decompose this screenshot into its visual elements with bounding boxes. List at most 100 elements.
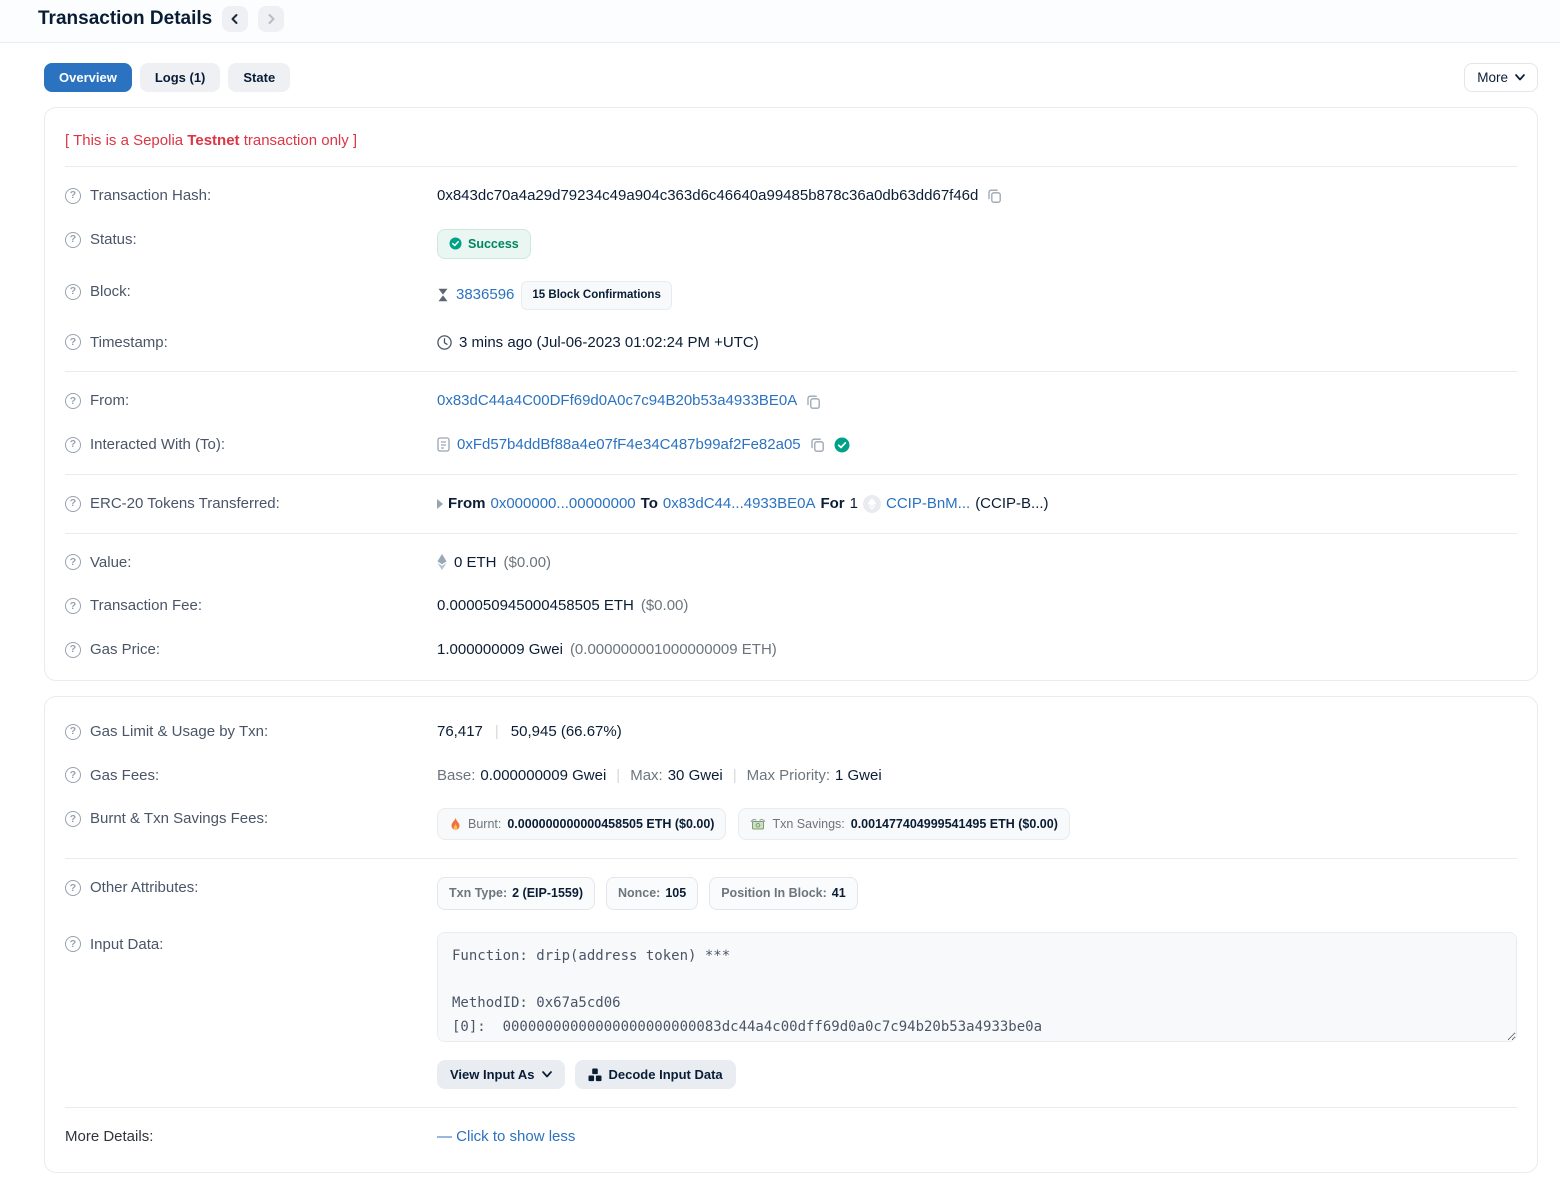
decode-input-data-button[interactable]: Decode Input Data bbox=[575, 1060, 736, 1089]
max-fee-value: 30 Gwei bbox=[668, 765, 723, 787]
decode-input-data-label: Decode Input Data bbox=[609, 1067, 723, 1082]
position-in-block-value: 41 bbox=[832, 884, 846, 902]
help-icon[interactable]: ? bbox=[65, 496, 81, 512]
txn-savings-label: Txn Savings: bbox=[772, 815, 844, 833]
interacted-address-link[interactable]: 0xFd57b4ddBf88a4e07fF4e34C487b99af2Fe82a… bbox=[457, 434, 801, 456]
other-attributes-row: ? Other Attributes: Txn Type: 2 (EIP-155… bbox=[45, 866, 1537, 920]
transaction-hash-row: ? Transaction Hash: 0x843dc70a4a29d79234… bbox=[45, 174, 1537, 218]
chevron-down-icon bbox=[542, 1071, 552, 1078]
max-priority-fee-label: Max Priority: bbox=[747, 765, 830, 787]
show-less-link[interactable]: — Click to show less bbox=[437, 1126, 575, 1148]
value-eth: 0 ETH bbox=[454, 552, 497, 574]
base-fee-label: Base: bbox=[437, 765, 475, 787]
position-in-block-badge: Position In Block: 41 bbox=[709, 877, 857, 909]
copy-hash-button[interactable] bbox=[985, 188, 1004, 203]
verified-check-icon bbox=[834, 437, 850, 453]
burnt-fee-value: 0.000000000000458505 ETH ($0.00) bbox=[507, 815, 714, 833]
nonce-value: 105 bbox=[665, 884, 686, 902]
copy-icon bbox=[987, 188, 1002, 203]
help-icon[interactable]: ? bbox=[65, 232, 81, 248]
copy-interacted-address-button[interactable] bbox=[808, 437, 827, 452]
input-data-textarea[interactable]: Function: drip(address token) *** Method… bbox=[437, 932, 1517, 1042]
help-icon[interactable]: ? bbox=[65, 724, 81, 740]
help-icon[interactable]: ? bbox=[65, 767, 81, 783]
view-input-as-button[interactable]: View Input As bbox=[437, 1060, 565, 1089]
help-icon[interactable]: ? bbox=[65, 811, 81, 827]
help-icon[interactable]: ? bbox=[65, 334, 81, 350]
gas-limit-row: ? Gas Limit & Usage by Txn: 76,417 | 50,… bbox=[45, 705, 1537, 754]
testnet-notice-open: [ This is a Sepolia bbox=[65, 132, 187, 149]
txn-type-value: 2 (EIP-1559) bbox=[512, 884, 583, 902]
transfer-to-address-link[interactable]: 0x83dC44...4933BE0A bbox=[663, 493, 816, 515]
from-label: From: bbox=[90, 390, 129, 412]
gas-price-gwei: 1.000000009 Gwei bbox=[437, 639, 563, 661]
block-label: Block: bbox=[90, 281, 131, 303]
view-input-as-label: View Input As bbox=[450, 1067, 535, 1082]
other-attributes-label: Other Attributes: bbox=[90, 877, 198, 899]
position-in-block-label: Position In Block: bbox=[721, 884, 827, 902]
prev-transaction-button[interactable] bbox=[222, 6, 248, 32]
copy-from-address-button[interactable] bbox=[804, 394, 823, 409]
tab-logs[interactable]: Logs (1) bbox=[140, 63, 221, 92]
chevron-down-icon bbox=[1515, 74, 1525, 81]
help-icon[interactable]: ? bbox=[65, 393, 81, 409]
chevron-right-icon bbox=[265, 13, 277, 25]
timestamp-value: 3 mins ago (Jul-06-2023 01:02:24 PM +UTC… bbox=[459, 332, 759, 354]
check-circle-icon bbox=[449, 237, 462, 250]
block-number-link[interactable]: 3836596 bbox=[456, 284, 514, 306]
help-icon[interactable]: ? bbox=[65, 188, 81, 204]
chevron-left-icon bbox=[229, 13, 241, 25]
contract-file-icon bbox=[437, 437, 450, 452]
tab-overview[interactable]: Overview bbox=[44, 63, 132, 92]
transaction-fee-label: Transaction Fee: bbox=[90, 595, 202, 617]
details-card: ? Gas Limit & Usage by Txn: 76,417 | 50,… bbox=[44, 696, 1538, 1173]
transfer-from-address-link[interactable]: 0x000000...00000000 bbox=[491, 493, 636, 515]
tab-state[interactable]: State bbox=[228, 63, 290, 92]
page-header: Transaction Details bbox=[0, 0, 1560, 43]
token-logo-icon bbox=[863, 495, 881, 513]
gas-fees-row: ? Gas Fees: Base: 0.000000009 Gwei | Max… bbox=[45, 754, 1537, 798]
transfer-amount: 1 bbox=[850, 493, 858, 515]
burnt-savings-label: Burnt & Txn Savings Fees: bbox=[90, 808, 268, 830]
next-transaction-button[interactable] bbox=[258, 6, 284, 32]
pipe-separator: | bbox=[728, 765, 742, 787]
more-dropdown-button[interactable]: More bbox=[1464, 63, 1538, 92]
help-icon[interactable]: ? bbox=[65, 642, 81, 658]
transaction-fee-row: ? Transaction Fee: 0.000050945000458505 … bbox=[45, 584, 1537, 628]
transaction-hash-label: Transaction Hash: bbox=[90, 185, 211, 207]
help-icon[interactable]: ? bbox=[65, 554, 81, 570]
overview-card: [ This is a Sepolia Testnet transaction … bbox=[44, 107, 1538, 681]
tabs-bar: Overview Logs (1) State More bbox=[44, 63, 1538, 92]
divider bbox=[65, 1107, 1517, 1108]
status-badge-text: Success bbox=[468, 235, 519, 253]
help-icon[interactable]: ? bbox=[65, 437, 81, 453]
gas-limit-label: Gas Limit & Usage by Txn: bbox=[90, 721, 268, 743]
testnet-notice-close: transaction only ] bbox=[240, 132, 358, 149]
decode-blocks-icon bbox=[588, 1068, 602, 1082]
divider bbox=[65, 166, 1517, 167]
timestamp-row: ? Timestamp: 3 mins ago (Jul-06-2023 01:… bbox=[45, 321, 1537, 365]
help-icon[interactable]: ? bbox=[65, 598, 81, 614]
nonce-label: Nonce: bbox=[618, 884, 660, 902]
timestamp-label: Timestamp: bbox=[90, 332, 168, 354]
help-icon[interactable]: ? bbox=[65, 880, 81, 896]
value-usd: ($0.00) bbox=[504, 552, 552, 574]
erc20-transfers-row: ? ERC-20 Tokens Transferred: From 0x0000… bbox=[45, 482, 1537, 526]
gas-price-row: ? Gas Price: 1.000000009 Gwei (0.0000000… bbox=[45, 628, 1537, 672]
page-title: Transaction Details bbox=[38, 8, 212, 30]
copy-icon bbox=[806, 394, 821, 409]
transaction-fee-usd: ($0.00) bbox=[641, 595, 689, 617]
block-confirmations-badge: 15 Block Confirmations bbox=[521, 281, 671, 310]
block-row: ? Block: 3836596 15 Block Confirmations bbox=[45, 270, 1537, 321]
from-address-link[interactable]: 0x83dC44a4C00DFf69d0A0c7c94B20b53a4933BE… bbox=[437, 390, 797, 412]
input-data-label: Input Data: bbox=[90, 934, 163, 956]
base-fee-value: 0.000000009 Gwei bbox=[480, 765, 606, 787]
nonce-badge: Nonce: 105 bbox=[606, 877, 698, 909]
help-icon[interactable]: ? bbox=[65, 284, 81, 300]
help-icon[interactable]: ? bbox=[65, 936, 81, 952]
token-name-link[interactable]: CCIP-BnM... bbox=[886, 493, 970, 515]
transaction-fee-eth: 0.000050945000458505 ETH bbox=[437, 595, 634, 617]
pipe-separator: | bbox=[490, 721, 504, 743]
more-details-label: More Details: bbox=[65, 1126, 153, 1148]
more-label: More bbox=[1477, 70, 1508, 85]
